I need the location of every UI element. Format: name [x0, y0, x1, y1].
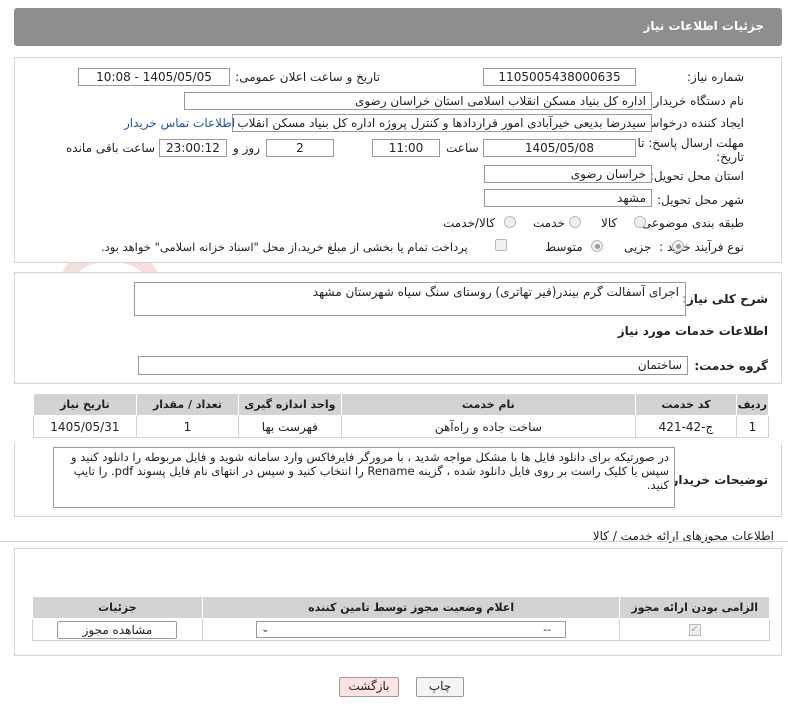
buyer-org-field[interactable]: اداره کل بنیاد مسکن انقلاب اسلامی استان …: [184, 92, 652, 110]
services-section-title: اطلاعات خدمات مورد نیاز: [617, 324, 768, 338]
category-option-goods-service: کالا/خدمت: [443, 216, 496, 230]
col-quantity: تعداد / مقدار: [135, 393, 240, 416]
page-header: جزئیات اطلاعات نیاز: [14, 8, 782, 46]
deadline-date-field[interactable]: 1405/05/08: [483, 139, 636, 157]
permits-table: الزامی بودن ارائه مجوز اعلام وضعیت مجوز …: [32, 596, 770, 641]
cell-service-code: ج-42-421: [635, 415, 737, 438]
page-title: جزئیات اطلاعات نیاز: [643, 19, 764, 33]
payment-note: پرداخت تمام یا بخشی از مبلغ خرید،از محل …: [101, 240, 468, 254]
need-info-panel: [14, 57, 782, 263]
cell-row: 1: [735, 415, 770, 438]
permits-divider: [0, 541, 788, 542]
print-button[interactable]: چاپ: [416, 677, 464, 697]
category-radio-service[interactable]: [569, 216, 581, 228]
treasury-checkbox[interactable]: [495, 239, 507, 251]
deadline-label: مهلت ارسال پاسخ: تا: [637, 136, 744, 150]
remaining-time-field[interactable]: 23:00:12: [159, 139, 227, 157]
process-radio-medium[interactable]: [591, 240, 603, 252]
province-label: استان محل تحویل:: [649, 169, 744, 183]
table-row: ✓ -- ⌄ مشاهده مجوز: [32, 618, 770, 641]
cell-service-name: ساخت جاده و راه‌آهن: [340, 415, 637, 438]
category-radio-goods[interactable]: [634, 216, 646, 228]
need-number-field[interactable]: 1105005438000635: [483, 68, 636, 86]
need-description-field[interactable]: اجرای آسفالت گرم بیندر(قیر تهاتری) روستا…: [134, 282, 686, 316]
announce-date-field[interactable]: 1405/05/05 - 10:08: [78, 68, 230, 86]
category-option-goods: کالا: [601, 216, 618, 230]
remaining-time-label: ساعت باقی مانده: [66, 141, 156, 155]
col-permit-details: جزئیات: [32, 596, 203, 619]
permit-required-checkbox[interactable]: ✓: [688, 624, 701, 636]
days-label: روز و: [233, 141, 260, 155]
col-service-code: کد خدمت: [635, 393, 737, 416]
deadline-time-label: ساعت: [446, 141, 479, 155]
process-option-minor: جزیی: [624, 240, 652, 254]
col-need-date: تاریخ نیاز: [33, 393, 137, 416]
buyer-org-label: نام دستگاه خریدار:: [649, 94, 745, 108]
creator-field[interactable]: سیدرضا بدیعی خیرآبادی امور قراردادها و ک…: [232, 114, 652, 132]
category-option-service: خدمت: [533, 216, 565, 230]
permit-status-select[interactable]: -- ⌄: [256, 621, 567, 638]
col-row: ردیف: [735, 393, 770, 416]
deadline-time-field[interactable]: 11:00: [372, 139, 440, 157]
chevron-down-icon: ⌄: [261, 624, 270, 635]
service-group-label: گروه خدمت:: [694, 359, 768, 373]
category-label: طبقه بندی موضوعی:: [637, 216, 744, 230]
need-number-label: شماره نیاز:: [687, 70, 744, 84]
col-permit-required: الزامی بودن ارائه مجوز: [619, 596, 770, 619]
permit-status-value: --: [543, 623, 552, 636]
city-label: شهر محل تحویل:: [657, 193, 744, 207]
announce-date-label: تاریخ و ساعت اعلان عمومی:: [235, 70, 380, 84]
cell-unit: فهرست بها: [238, 415, 342, 438]
need-description-label: شرح کلی نیاز:: [682, 292, 768, 306]
cell-quantity: 1: [135, 415, 240, 438]
cell-permit-details: مشاهده مجوز: [32, 618, 203, 641]
city-field[interactable]: مشهد: [484, 189, 652, 207]
col-permit-status: اعلام وضعیت مجوز توسط تامین کننده: [201, 596, 621, 619]
deadline-label-date: تاریخ:: [716, 150, 744, 164]
back-button[interactable]: بازگشت: [339, 677, 399, 697]
cell-permit-status: -- ⌄: [201, 618, 621, 641]
services-table: ردیف کد خدمت نام خدمت واحد اندازه گیری ت…: [33, 393, 770, 438]
remaining-days-field[interactable]: 2: [266, 139, 334, 157]
process-option-medium: متوسط: [545, 240, 583, 254]
col-unit: واحد اندازه گیری: [238, 393, 342, 416]
province-field[interactable]: خراسان رضوی: [484, 165, 652, 183]
cell-permit-required: ✓: [619, 618, 770, 641]
cell-need-date: 1405/05/31: [33, 415, 137, 438]
category-radio-goods-service[interactable]: [504, 216, 516, 228]
view-permit-button[interactable]: مشاهده مجوز: [57, 620, 178, 639]
col-service-name: نام خدمت: [340, 393, 637, 416]
buyer-notes-label: توضیحات خریدار:: [666, 473, 768, 487]
table-row: 1 ج-42-421 ساخت جاده و راه‌آهن فهرست بها…: [33, 415, 770, 438]
buyer-notes-field[interactable]: در صورتیکه برای دانلود فایل ها با مشکل م…: [53, 447, 675, 508]
process-radio-minor[interactable]: [672, 240, 684, 252]
service-group-field[interactable]: ساختمان: [138, 356, 688, 375]
buyer-contact-link[interactable]: اطلاعات تماس خریدار: [124, 116, 235, 130]
